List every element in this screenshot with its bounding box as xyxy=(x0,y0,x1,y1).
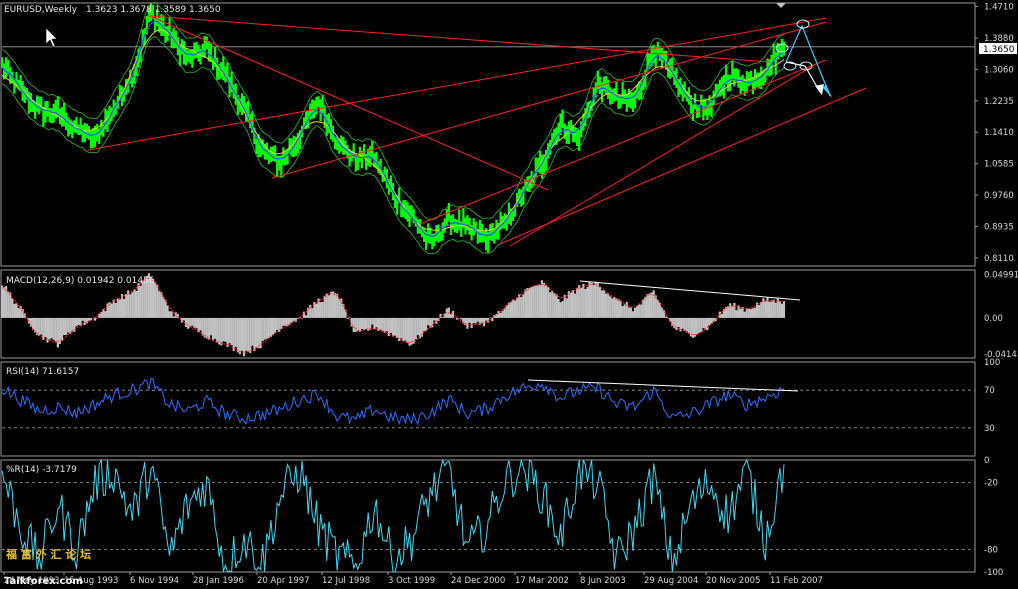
price-tick-label: 1.3880 xyxy=(984,34,1014,44)
date-tick-label: 20 Nov 2005 xyxy=(706,576,760,586)
date-tick-label: 17 Mar 2002 xyxy=(515,576,569,586)
wprPanel-tick-label: -20 xyxy=(984,478,998,488)
chart-canvas: 1.4710 1.3880 1.3060 1.2235 1.1410 1.0585 0.97… xyxy=(0,0,1018,589)
date-tick-label: 20 Apr 1997 xyxy=(257,576,310,586)
watermark-line1: 福 富 外 汇 论 坛 xyxy=(5,547,91,561)
price-tick-label: 1.1410 xyxy=(984,128,1014,138)
wpr-label: %R(14) -3.7179 xyxy=(6,465,77,475)
symbol-label: EURUSD,Weekly xyxy=(4,5,78,15)
rsi-label: RSI(14) 71.6157 xyxy=(6,367,79,377)
ohlc-label: 1.3623 1.3678 1.3589 1.3650 xyxy=(86,5,221,15)
date-tick-label: 12 Jul 1998 xyxy=(322,576,370,586)
price-tick-label: 1.3060 xyxy=(984,65,1014,75)
price-tick-label: 0.8935 xyxy=(984,223,1014,233)
price-tick-label: 1.4710 xyxy=(984,2,1014,12)
wprPanel-tick-label: -80 xyxy=(984,546,998,556)
price-tick-label: 0.8110 xyxy=(984,254,1014,264)
macdPanel-tick-label: 0.00 xyxy=(984,314,1003,324)
date-tick-label: 3 Oct 1999 xyxy=(388,576,435,586)
date-tick-label: 6 Nov 1994 xyxy=(130,576,179,586)
price-tick-label: 0.9760 xyxy=(984,191,1014,201)
rsiPanel-tick-label: 100 xyxy=(984,358,1000,368)
wprPanel-tick-label: 0 xyxy=(984,456,989,466)
rsiPanel-tick-label: 30 xyxy=(984,424,995,434)
rsiPanel-tick-label: 70 xyxy=(984,386,995,396)
macd-label: MACD(12,26,9) 0.01942 0.01456 xyxy=(6,276,155,286)
date-tick-label: 24 Dec 2000 xyxy=(451,576,505,586)
date-tick-label: 28 Jan 1996 xyxy=(193,576,244,586)
price-tick-label: 1.0585 xyxy=(984,160,1014,170)
macdPanel-tick-label: 0.04991 xyxy=(984,270,1018,280)
price-badge: 1.3650 xyxy=(983,45,1015,55)
price-tick-label: 1.2235 xyxy=(984,97,1014,107)
date-tick-label: 15 Aug 1993 xyxy=(64,576,118,586)
date-tick-label: 29 Aug 2004 xyxy=(644,576,698,586)
date-tick-label: 8 Jun 2003 xyxy=(580,576,626,586)
date-tick-label: 24 May 1993 xyxy=(4,576,59,586)
wprPanel-tick-label: -100 xyxy=(984,568,1003,578)
date-tick-label: 11 Feb 2007 xyxy=(770,576,823,586)
